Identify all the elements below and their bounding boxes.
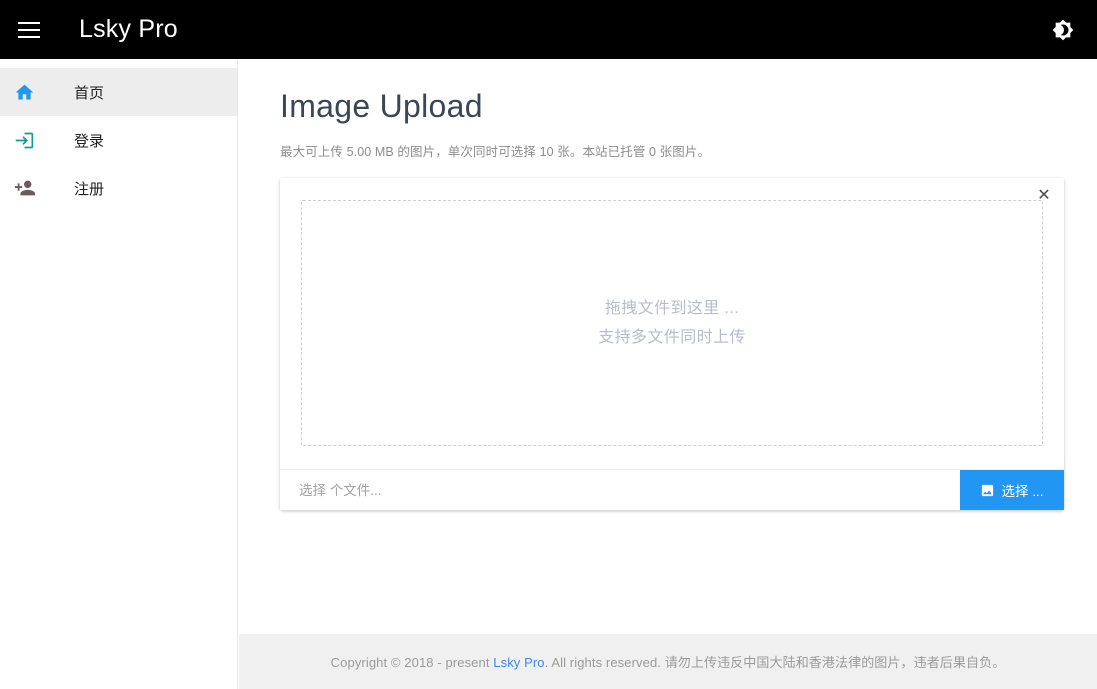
image-picture-icon [980,483,995,498]
footer-copyright-prefix: Copyright © 2018 - present [331,655,494,670]
dropzone-line-1: 拖拽文件到这里 ... [605,294,739,323]
page-subtitle: 最大可上传 5.00 MB 的图片，单次同时可选择 10 张。本站已托管 0 张… [239,125,1097,160]
add-user-icon [14,177,52,199]
select-file-button[interactable]: 选择 ... [960,470,1064,510]
login-door-icon [14,130,52,151]
sidebar-navigation: 首页 登录 注册 [0,59,238,689]
file-dropzone[interactable]: 拖拽文件到这里 ... 支持多文件同时上传 [301,200,1043,446]
footer-brand-link[interactable]: Lsky Pro [493,655,544,670]
dropzone-line-2: 支持多文件同时上传 [598,323,746,352]
top-app-bar: Lsky Pro [0,0,1097,59]
theme-toggle-button[interactable] [1034,0,1092,59]
close-icon[interactable]: ✕ [1033,184,1055,206]
brightness-dark-mode-icon [1052,19,1074,41]
select-file-button-label: 选择 ... [1001,480,1043,500]
sidebar-item-home[interactable]: 首页 [0,68,237,116]
app-brand-title: Lsky Pro [79,15,178,44]
sidebar-item-label: 登录 [74,130,104,151]
file-name-input[interactable] [280,470,960,510]
upload-card-footer: 选择 ... [280,469,1064,510]
sidebar-item-login[interactable]: 登录 [0,116,237,164]
upload-card-body: 拖拽文件到这里 ... 支持多文件同时上传 [280,178,1064,446]
sidebar-item-label: 首页 [74,82,104,103]
hamburger-menu-button[interactable] [0,0,58,59]
footer-copyright: Copyright © 2018 - present Lsky Pro. All… [331,652,1006,671]
home-icon [14,82,52,103]
page-footer: Copyright © 2018 - present Lsky Pro. All… [239,634,1097,689]
main-content: Image Upload 最大可上传 5.00 MB 的图片，单次同时可选择 1… [239,59,1097,689]
hamburger-menu-icon [18,22,40,38]
page-title: Image Upload [239,59,1097,125]
footer-copyright-suffix: . All rights reserved. 请勿上传违反中国大陆和香港法律的图… [545,655,1006,670]
sidebar-item-register[interactable]: 注册 [0,164,237,212]
sidebar-item-label: 注册 [74,178,104,199]
upload-card: ✕ 拖拽文件到这里 ... 支持多文件同时上传 选择 ... [280,178,1064,510]
